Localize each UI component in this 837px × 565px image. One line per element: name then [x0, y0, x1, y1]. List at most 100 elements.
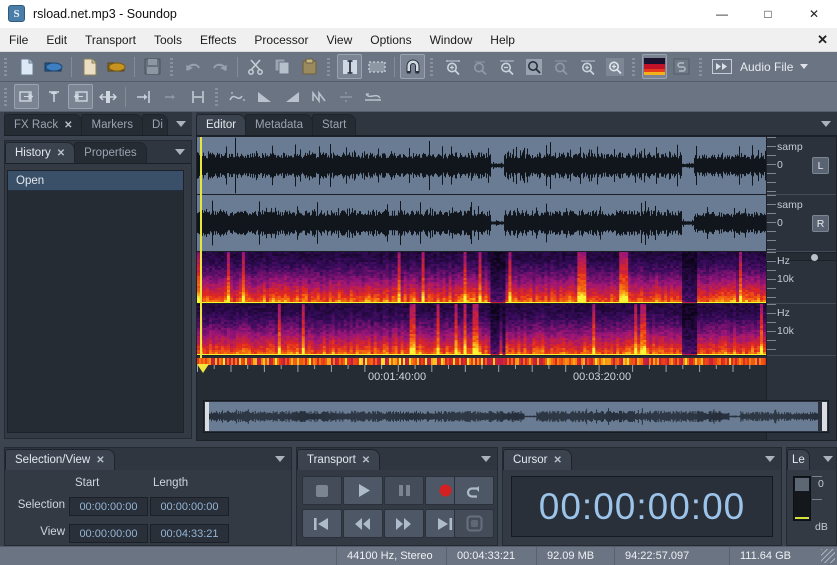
resize-horizontal-tool-button[interactable]: [95, 84, 120, 109]
waveform-display[interactable]: [197, 137, 766, 356]
envelope-node-button[interactable]: [306, 84, 331, 109]
maximize-button[interactable]: □: [745, 0, 791, 28]
zoom-selection-button[interactable]: [521, 54, 546, 79]
crossfade-button[interactable]: [360, 84, 385, 109]
open-file-button[interactable]: [41, 54, 66, 79]
menu-view[interactable]: View: [317, 30, 361, 50]
tab-transport[interactable]: Transport ✕: [297, 449, 380, 470]
snap-between-edges-button[interactable]: [185, 84, 210, 109]
zoom-in-time-button[interactable]: [440, 54, 465, 79]
spectral-view-button[interactable]: [642, 54, 667, 79]
spectrogram-channel-left[interactable]: [197, 252, 766, 304]
tab-cursor[interactable]: Cursor ✕: [503, 449, 572, 470]
loop-region-button[interactable]: [669, 54, 694, 79]
menu-processor[interactable]: Processor: [245, 30, 317, 50]
view-length-field[interactable]: 00:04:33:21: [150, 524, 229, 543]
undo-button[interactable]: [180, 54, 205, 79]
menu-effects[interactable]: Effects: [191, 30, 245, 50]
selection-length-field[interactable]: 00:00:00:00: [150, 497, 229, 516]
redo-button[interactable]: [207, 54, 232, 79]
toolbar-grip-icon[interactable]: [214, 86, 221, 108]
close-window-button[interactable]: ✕: [791, 0, 837, 28]
history-menu-chevron-icon[interactable]: [175, 149, 185, 155]
toolbar-grip-icon[interactable]: [326, 56, 333, 78]
snap-to-end-button[interactable]: [131, 84, 156, 109]
levels-menu-chevron-icon[interactable]: [823, 456, 833, 462]
tab-markers[interactable]: Markers: [81, 114, 143, 135]
chevron-down-icon[interactable]: [800, 64, 808, 69]
overview-right-handle[interactable]: [822, 402, 827, 431]
toolbar-grip-icon[interactable]: [429, 56, 436, 78]
go-to-start-button[interactable]: [302, 509, 342, 538]
resize-grip-icon[interactable]: [821, 549, 835, 563]
snap-to-next-button[interactable]: [158, 84, 183, 109]
align-left-tool-button[interactable]: [14, 84, 39, 109]
zoom-out-button[interactable]: [494, 54, 519, 79]
tab-history[interactable]: History ✕: [5, 142, 75, 163]
list-item[interactable]: Open: [8, 171, 183, 191]
zoom-out-vertical-button[interactable]: [548, 54, 573, 79]
menu-window[interactable]: Window: [421, 30, 482, 50]
paste-button[interactable]: [297, 54, 322, 79]
monitor-button[interactable]: [454, 509, 494, 538]
marquee-selection-tool-button[interactable]: [364, 54, 389, 79]
open-session-button[interactable]: [104, 54, 129, 79]
smooth-curve-button[interactable]: [225, 84, 250, 109]
menu-help[interactable]: Help: [481, 30, 524, 50]
channel-badge-left[interactable]: L: [812, 157, 829, 174]
menu-tools[interactable]: Tools: [145, 30, 191, 50]
zoom-out-time-button[interactable]: [467, 54, 492, 79]
left-dock-menu-chevron-icon[interactable]: [176, 121, 186, 127]
fast-forward-button[interactable]: [384, 509, 424, 538]
waveform-channel-right[interactable]: [197, 195, 766, 252]
workspace-icon-button[interactable]: [709, 54, 734, 79]
tab-metadata[interactable]: Metadata: [245, 114, 313, 135]
toolbar-grip-icon[interactable]: [698, 56, 705, 78]
tab-fx-rack[interactable]: FX Rack ✕: [4, 114, 82, 135]
menu-options[interactable]: Options: [361, 30, 420, 50]
close-icon[interactable]: ✕: [57, 148, 65, 159]
close-icon[interactable]: ✕: [64, 120, 72, 131]
new-file-button[interactable]: [14, 54, 39, 79]
toolbar-grip-icon[interactable]: [631, 56, 638, 78]
zoom-full-button[interactable]: [602, 54, 627, 79]
overview-minimap[interactable]: [203, 400, 829, 433]
selection-start-field[interactable]: 00:00:00:00: [69, 497, 148, 516]
tab-selection-view[interactable]: Selection/View ✕: [5, 449, 115, 470]
start-marker-icon[interactable]: [197, 364, 209, 373]
rewind-button[interactable]: [343, 509, 383, 538]
loop-button[interactable]: [454, 476, 494, 505]
tab-levels[interactable]: Le: [787, 449, 810, 470]
zoom-in-amplitude-button[interactable]: [575, 54, 600, 79]
minimize-button[interactable]: —: [699, 0, 745, 28]
history-list[interactable]: Open: [7, 170, 184, 433]
close-icon[interactable]: ✕: [96, 455, 104, 466]
close-icon[interactable]: ✕: [554, 455, 562, 466]
channel-badge-right[interactable]: R: [812, 215, 829, 232]
save-button[interactable]: [140, 54, 165, 79]
tab-display[interactable]: Di: [142, 114, 168, 135]
fade-in-button[interactable]: [252, 84, 277, 109]
fade-out-button[interactable]: [279, 84, 304, 109]
tab-editor[interactable]: Editor: [196, 114, 246, 135]
close-document-button[interactable]: ✕: [817, 32, 828, 48]
cursor-menu-chevron-icon[interactable]: [765, 456, 775, 462]
spectrogram-channel-right[interactable]: [197, 304, 766, 356]
tab-start[interactable]: Start: [312, 114, 356, 135]
workspace-selector-label[interactable]: Audio File: [740, 60, 793, 74]
cursor-time-display[interactable]: 00:00:00:00: [511, 476, 773, 537]
snap-toggle-button[interactable]: [400, 54, 425, 79]
time-selection-tool-button[interactable]: [337, 54, 362, 79]
stop-button[interactable]: [302, 476, 342, 505]
view-start-field[interactable]: 00:00:00:00: [69, 524, 148, 543]
toolbar-grip-icon[interactable]: [169, 56, 176, 78]
menu-file[interactable]: File: [0, 30, 37, 50]
play-button[interactable]: [343, 476, 383, 505]
copy-button[interactable]: [270, 54, 295, 79]
editor-menu-chevron-icon[interactable]: [821, 121, 831, 127]
menu-transport[interactable]: Transport: [76, 30, 145, 50]
playhead-cursor[interactable]: [200, 137, 202, 358]
new-session-button[interactable]: [77, 54, 102, 79]
center-envelope-button[interactable]: [333, 84, 358, 109]
close-icon[interactable]: ✕: [362, 455, 370, 466]
